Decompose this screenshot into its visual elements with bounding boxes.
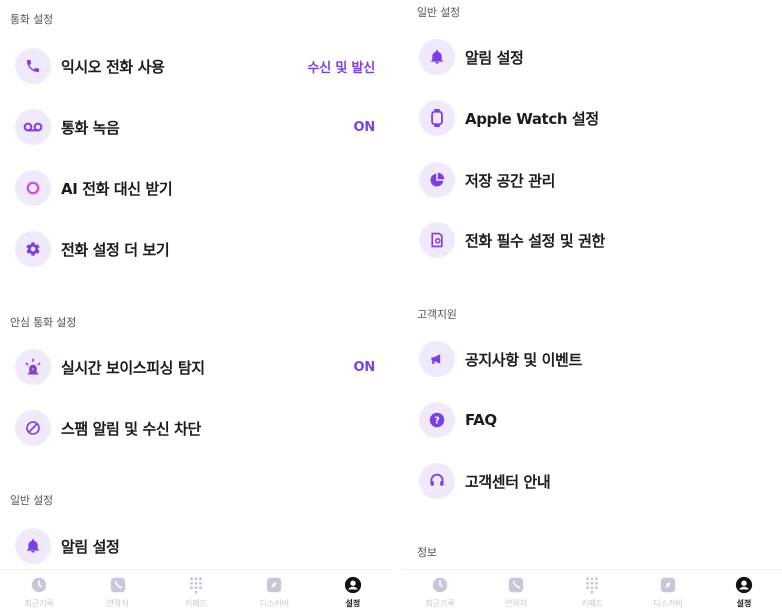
contacts-icon xyxy=(108,575,128,595)
setting-value: 수신 및 발신 xyxy=(307,60,376,76)
setting-faq[interactable]: ? FAQ xyxy=(402,395,782,445)
setting-voice-phishing-detect[interactable]: 실시간 보이스피싱 탐지 ON xyxy=(0,342,392,392)
headset-icon xyxy=(419,463,455,499)
pie-chart-icon xyxy=(419,162,455,198)
tab-settings[interactable]: 설정 xyxy=(314,570,392,613)
tab-label: 최근기록 xyxy=(24,599,54,608)
keypad-icon xyxy=(582,575,602,595)
settings-panel-right: 일반 설정 알림 설정 Apple Watch 설정 저장 공간 관리 전화 필… xyxy=(402,0,782,613)
tab-discover[interactable]: 디스커버 xyxy=(630,570,706,613)
setting-required-permissions[interactable]: 전화 필수 설정 및 권한 xyxy=(402,215,782,265)
setting-value: ON xyxy=(353,359,375,375)
clock-icon xyxy=(430,575,450,595)
tab-label: 키패드 xyxy=(184,599,208,608)
setting-notifications[interactable]: 알림 설정 xyxy=(402,32,782,82)
setting-label: 알림 설정 xyxy=(465,48,524,67)
setting-label: 저장 공간 관리 xyxy=(465,171,556,190)
setting-label: 스팸 알림 및 수신 차단 xyxy=(61,419,201,438)
tab-recents[interactable]: 최근기록 xyxy=(0,570,78,613)
setting-label: 고객센터 안내 xyxy=(465,472,551,491)
tab-label: 설정 xyxy=(736,599,752,608)
section-header-support: 고객지원 xyxy=(417,308,457,321)
section-header-safe-call: 안심 통화 설정 xyxy=(10,316,77,329)
settings-doc-icon xyxy=(419,222,455,258)
clock-icon xyxy=(29,575,49,595)
tab-label: 키패드 xyxy=(580,599,604,608)
setting-label: Apple Watch 설정 xyxy=(465,109,599,128)
tab-keypad[interactable]: 키패드 xyxy=(554,570,630,613)
setting-apple-watch[interactable]: Apple Watch 설정 xyxy=(402,93,782,143)
discover-icon xyxy=(264,575,284,595)
user-icon xyxy=(343,575,363,595)
setting-ai-answer[interactable]: AI 전화 대신 받기 xyxy=(0,163,392,213)
bottom-tab-bar: 최근기록 연락처 키패드 디스커버 설정 xyxy=(402,569,782,613)
tab-label: 연락처 xyxy=(504,599,528,608)
section-header-general: 일반 설정 xyxy=(10,494,53,507)
tab-recents[interactable]: 최근기록 xyxy=(402,570,478,613)
question-icon: ? xyxy=(419,402,455,438)
tab-label: 설정 xyxy=(345,599,361,608)
setting-label: AI 전화 대신 받기 xyxy=(61,179,173,198)
user-icon xyxy=(734,575,754,595)
setting-label: 알림 설정 xyxy=(61,537,120,556)
section-header-info: 정보 xyxy=(417,546,437,559)
tab-contacts[interactable]: 연락처 xyxy=(478,570,554,613)
setting-value: ON xyxy=(353,119,375,135)
bell-icon xyxy=(15,528,51,564)
setting-ixio-call[interactable]: 익시오 전화 사용 수신 및 발신 xyxy=(0,41,392,91)
setting-storage[interactable]: 저장 공간 관리 xyxy=(402,155,782,205)
voicemail-icon xyxy=(15,109,51,145)
tab-label: 연락처 xyxy=(106,599,129,608)
svg-text:?: ? xyxy=(434,416,440,427)
setting-notifications[interactable]: 알림 설정 xyxy=(0,521,392,571)
setting-label: 전화 필수 설정 및 권한 xyxy=(465,231,605,250)
setting-notices-events[interactable]: 공지사항 및 이벤트 xyxy=(402,334,782,384)
settings-panel-left: 통화 설정 익시오 전화 사용 수신 및 발신 통화 녹음 ON AI 전화 대… xyxy=(0,0,392,613)
setting-label: 익시오 전화 사용 xyxy=(61,57,165,76)
siren-icon xyxy=(15,349,51,385)
setting-call-recording[interactable]: 통화 녹음 ON xyxy=(0,102,392,152)
bottom-tab-bar: 최근기록 연락처 키패드 디스커버 설정 xyxy=(0,569,392,613)
discover-icon xyxy=(658,575,678,595)
section-header-call-settings: 통화 설정 xyxy=(10,13,53,26)
setting-label: 공지사항 및 이벤트 xyxy=(465,350,582,369)
setting-more-call-settings[interactable]: 전화 설정 더 보기 xyxy=(0,224,392,274)
tab-settings[interactable]: 설정 xyxy=(706,570,782,613)
setting-customer-center[interactable]: 고객센터 안내 xyxy=(402,456,782,506)
watch-icon xyxy=(419,100,455,136)
block-icon xyxy=(15,410,51,446)
tab-keypad[interactable]: 키패드 xyxy=(157,570,235,613)
ai-ring-icon xyxy=(15,170,51,206)
gear-icon xyxy=(15,231,51,267)
phone-icon xyxy=(15,48,51,84)
tab-contacts[interactable]: 연락처 xyxy=(78,570,156,613)
tab-label: 디스커버 xyxy=(259,599,290,608)
keypad-icon xyxy=(186,575,206,595)
setting-spam-block[interactable]: 스팸 알림 및 수신 차단 xyxy=(0,403,392,453)
tab-label: 최근기록 xyxy=(425,599,455,608)
bell-icon xyxy=(419,39,455,75)
megaphone-icon xyxy=(419,341,455,377)
setting-label: FAQ xyxy=(465,411,497,429)
setting-label: 통화 녹음 xyxy=(61,118,120,137)
setting-label: 전화 설정 더 보기 xyxy=(61,240,170,259)
section-header-general: 일반 설정 xyxy=(417,6,460,19)
tab-discover[interactable]: 디스커버 xyxy=(235,570,313,613)
setting-label: 실시간 보이스피싱 탐지 xyxy=(61,358,205,377)
contacts-icon xyxy=(506,575,526,595)
tab-label: 디스커버 xyxy=(653,599,683,608)
